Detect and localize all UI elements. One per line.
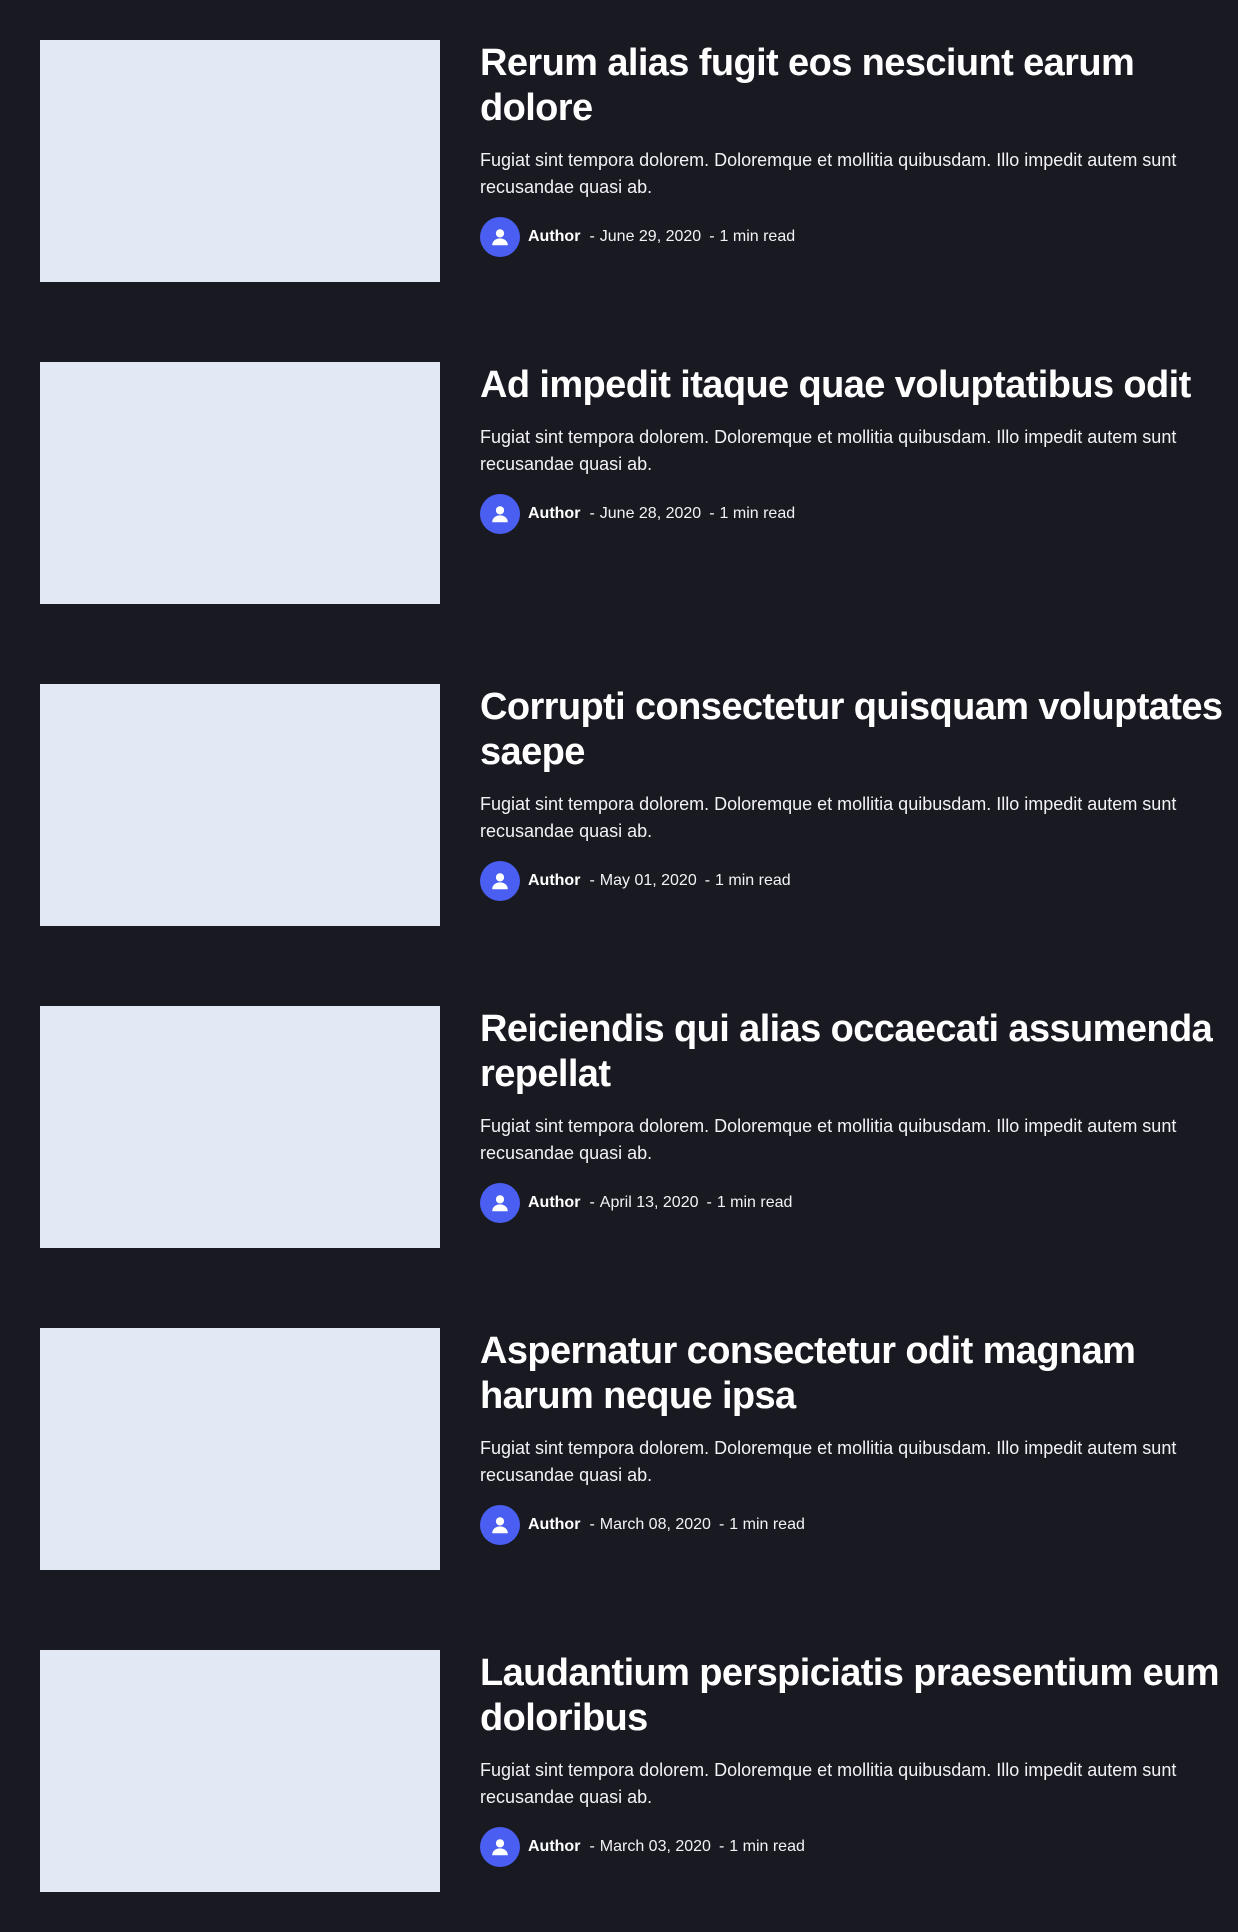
- meta-separator: -: [704, 872, 711, 889]
- post-card: Corrupti consectetur quisquam voluptates…: [40, 684, 1223, 926]
- post-excerpt: Fugiat sint tempora dolorem. Doloremque …: [480, 150, 1177, 197]
- meta-separator: -: [709, 505, 715, 522]
- post-date: June 28, 2020: [599, 505, 702, 522]
- author-name[interactable]: Author: [528, 1838, 580, 1856]
- post-card: Rerum alias fugit eos nesciunt earum dol…: [40, 40, 1198, 282]
- meta-separator: -: [589, 228, 595, 245]
- post-content: Laudantium perspiciatis praesentium eum …: [480, 1650, 1228, 1867]
- meta-separator: -: [718, 1838, 725, 1855]
- post-title[interactable]: Reiciendis qui alias occaecati assumenda…: [480, 1006, 1228, 1097]
- read-time: 1 min read: [719, 228, 796, 245]
- post-meta: Author - March 03, 2020 - 1 min read: [480, 1827, 1228, 1867]
- user-icon: [492, 873, 508, 890]
- author-avatar[interactable]: [480, 861, 520, 901]
- author-avatar[interactable]: [480, 1827, 520, 1867]
- meta-separator: -: [706, 1194, 712, 1211]
- post-title[interactable]: Laudantium perspiciatis praesentium eum …: [480, 1650, 1228, 1741]
- meta-separator: -: [589, 1194, 595, 1211]
- post-meta: Author - April 13, 2020 - 1 min read: [480, 1183, 1228, 1223]
- user-icon: [492, 506, 508, 523]
- post-thumbnail[interactable]: [40, 1650, 440, 1892]
- user-icon: [492, 229, 508, 246]
- user-icon: [492, 1195, 508, 1212]
- post-date: March 03, 2020: [599, 1838, 711, 1855]
- author-name[interactable]: Author: [528, 872, 580, 890]
- post-thumbnail[interactable]: [40, 1328, 440, 1570]
- read-time: 1 min read: [716, 1194, 793, 1211]
- post-thumbnail[interactable]: [40, 40, 440, 282]
- post-list: Rerum alias fugit eos nesciunt earum dol…: [0, 0, 1238, 1932]
- post-excerpt: Fugiat sint tempora dolorem. Doloremque …: [480, 1760, 1177, 1807]
- post-excerpt: Fugiat sint tempora dolorem. Doloremque …: [480, 1438, 1177, 1485]
- read-time: 1 min read: [729, 1516, 805, 1533]
- post-title[interactable]: Ad impedit itaque quae voluptatibus odit: [480, 362, 1228, 408]
- read-time: 1 min read: [715, 872, 791, 889]
- meta-separator: -: [589, 505, 595, 522]
- post-excerpt: Fugiat sint tempora dolorem. Doloremque …: [480, 794, 1177, 841]
- post-title[interactable]: Aspernatur consectetur odit magnam harum…: [480, 1328, 1228, 1419]
- post-thumbnail[interactable]: [40, 362, 440, 604]
- post-thumbnail[interactable]: [40, 684, 440, 926]
- post-card: Ad impedit itaque quae voluptatibus odit…: [40, 362, 1198, 604]
- post-meta: Author - June 29, 2020 - 1 min read: [480, 217, 1228, 257]
- author-name[interactable]: Author: [528, 228, 580, 246]
- author-name[interactable]: Author: [528, 505, 580, 523]
- post-meta: Author - June 28, 2020 - 1 min read: [480, 494, 1228, 534]
- meta-separator: -: [718, 1516, 725, 1533]
- post-title[interactable]: Corrupti consectetur quisquam voluptates…: [480, 684, 1228, 775]
- post-date: June 29, 2020: [599, 228, 702, 245]
- meta-separator: -: [589, 1516, 595, 1533]
- post-content: Reiciendis qui alias occaecati assumenda…: [480, 1006, 1228, 1223]
- post-content: Ad impedit itaque quae voluptatibus odit…: [480, 362, 1228, 534]
- post-date: March 08, 2020: [599, 1516, 711, 1533]
- meta-separator: -: [589, 1838, 595, 1855]
- post-date: May 01, 2020: [599, 872, 697, 889]
- author-avatar[interactable]: [480, 494, 520, 534]
- author-avatar[interactable]: [480, 217, 520, 257]
- user-icon: [492, 1839, 508, 1856]
- author-avatar[interactable]: [480, 1505, 520, 1545]
- read-time: 1 min read: [729, 1838, 805, 1855]
- author-name[interactable]: Author: [528, 1194, 580, 1212]
- meta-separator: -: [589, 872, 595, 889]
- post-card: Reiciendis qui alias occaecati assumenda…: [40, 1006, 1213, 1248]
- post-thumbnail[interactable]: [40, 1006, 440, 1248]
- post-content: Corrupti consectetur quisquam voluptates…: [480, 684, 1228, 901]
- post-content: Rerum alias fugit eos nesciunt earum dol…: [480, 40, 1228, 257]
- post-meta: Author - May 01, 2020 - 1 min read: [480, 861, 1228, 901]
- post-card: Aspernatur consectetur odit magnam harum…: [40, 1328, 1198, 1570]
- post-excerpt: Fugiat sint tempora dolorem. Doloremque …: [480, 1116, 1177, 1163]
- post-content: Aspernatur consectetur odit magnam harum…: [480, 1328, 1228, 1545]
- post-date: April 13, 2020: [599, 1194, 699, 1211]
- post-meta: Author - March 08, 2020 - 1 min read: [480, 1505, 1228, 1545]
- user-icon: [492, 1517, 508, 1534]
- post-title[interactable]: Rerum alias fugit eos nesciunt earum dol…: [480, 40, 1228, 131]
- post-card: Laudantium perspiciatis praesentium eum …: [40, 1650, 1220, 1892]
- read-time: 1 min read: [719, 505, 796, 522]
- author-name[interactable]: Author: [528, 1516, 580, 1534]
- meta-separator: -: [709, 228, 715, 245]
- author-avatar[interactable]: [480, 1183, 520, 1223]
- post-excerpt: Fugiat sint tempora dolorem. Doloremque …: [480, 427, 1177, 474]
